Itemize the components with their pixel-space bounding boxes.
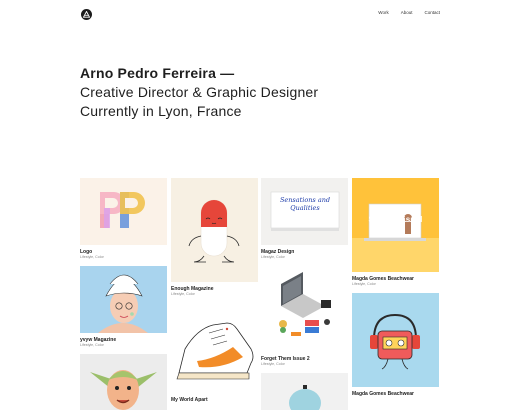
project-card[interactable] (80, 354, 167, 410)
strong-visual-text: Strong Visual (368, 215, 423, 224)
project-tags: Lifestyle, Color (80, 343, 104, 347)
project-tags: Lifestyle, Color (261, 362, 285, 366)
project-thumbnail[interactable] (352, 293, 439, 387)
project-thumbnail[interactable] (80, 354, 167, 410)
project-thumbnail[interactable] (261, 266, 348, 352)
sensations-script-text: Sensations and Qualities (279, 196, 331, 212)
goblin-illustration (90, 370, 157, 410)
project-card[interactable]: My World Apart (171, 303, 258, 403)
project-tags: Lifestyle, Color (171, 292, 195, 296)
cassette-character-illustration (370, 313, 420, 370)
project-card[interactable]: Strong Visual Magda Gomes Beachwear Life… (352, 178, 439, 287)
sneaker-illustration (176, 322, 254, 380)
blue-object-illustration (289, 385, 321, 410)
project-thumbnail[interactable]: Sensations and Qualities (261, 178, 348, 245)
grid-column-1: Logo Lifestyle, Color yvyw Magazine Life… (80, 178, 167, 410)
logo-triangle-icon (83, 11, 90, 18)
project-thumbnail[interactable] (80, 178, 167, 245)
grid-column-2: Enough Magazine Lifestyle, Color My Worl… (171, 178, 258, 409)
project-tags: Lifestyle, Color (80, 255, 104, 259)
project-thumbnail[interactable]: Strong Visual (352, 178, 439, 272)
project-thumbnail[interactable] (261, 373, 348, 410)
top-nav: Work About Contact (378, 10, 440, 15)
project-thumbnail[interactable] (171, 303, 258, 393)
project-card[interactable]: yvyw Magazine Lifestyle, Color (80, 266, 167, 348)
project-card[interactable]: Enough Magazine Lifestyle, Color (171, 178, 258, 297)
grid-column-3: Sensations and Qualities Magaz Design Li… (261, 178, 348, 410)
project-card[interactable]: Logo Lifestyle, Color (80, 178, 167, 260)
project-title[interactable]: My World Apart (171, 397, 258, 403)
nav-about[interactable]: About (401, 10, 413, 15)
project-card[interactable]: Sensations and Qualities Magaz Design Li… (261, 178, 348, 260)
site-logo[interactable] (81, 9, 92, 20)
project-thumbnail[interactable] (80, 266, 167, 333)
project-card[interactable]: Magda Gomes Beachwear (352, 293, 439, 397)
project-thumbnail[interactable] (171, 178, 258, 282)
project-card[interactable]: Forget Them Issue 2 Lifestyle, Color (261, 266, 348, 367)
project-tags: Lifestyle, Color (261, 255, 285, 259)
pp-logo-illustration (100, 192, 145, 228)
hero-name: Arno Pedro Ferreira — (80, 65, 235, 81)
hero-location: Currently in Lyon, France (80, 103, 242, 119)
project-title[interactable]: Magda Gomes Beachwear (352, 391, 439, 397)
project-card[interactable] (261, 373, 348, 410)
desk-items-illustration (279, 272, 331, 336)
nav-contact[interactable]: Contact (424, 10, 440, 15)
pill-character-illustration (188, 199, 240, 263)
hero-intro: Arno Pedro Ferreira — Creative Director … (80, 64, 420, 121)
woman-towel-illustration (98, 274, 148, 333)
project-tags: Lifestyle, Color (352, 282, 376, 286)
grid-column-4: Strong Visual Magda Gomes Beachwear Life… (352, 178, 439, 403)
laptop-mockup (352, 178, 439, 272)
hero-role: Creative Director & Graphic Designer (80, 84, 319, 100)
nav-work[interactable]: Work (378, 10, 388, 15)
